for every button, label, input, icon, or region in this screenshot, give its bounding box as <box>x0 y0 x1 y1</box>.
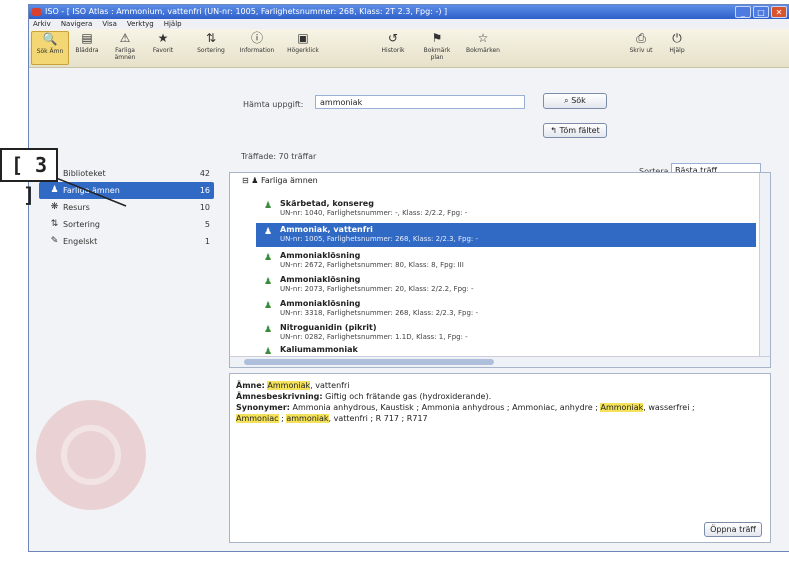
toolbar: 🔍 Sök Ämn ▤ Bläddra ⚠ Farliga ämnen ★ Favori… <box>29 29 789 68</box>
info-icon: ⓘ <box>250 31 263 45</box>
horizontal-scrollbar[interactable] <box>230 356 770 367</box>
collapse-icon: ⊟ <box>242 176 249 185</box>
english-icon: ✎ <box>50 236 59 246</box>
search-icon: ⌕ <box>564 96 569 105</box>
toolbar-help-button[interactable]: ⏻ Hjälp <box>659 31 695 54</box>
menu-bar: Arkiv Navigera Visa Verktyg Hjälp <box>29 19 789 29</box>
hazard-icon: ♟ <box>251 176 259 185</box>
toolbar-bookmarks-button[interactable]: ☆ Bokmärken <box>465 31 501 54</box>
search-label: Hämta uppgift: <box>243 100 304 109</box>
toolbar-sort-button[interactable]: ⇅ Sortering <box>193 31 229 54</box>
menu-help[interactable]: Hjälp <box>164 19 182 29</box>
toolbar-favorite-button[interactable]: ★ Favorit <box>145 31 181 54</box>
detail-line-description: Ämnesbeskrivning: Giftig och frätande ga… <box>236 392 492 401</box>
close-button[interactable]: ✕ <box>771 6 787 18</box>
print-icon: ⎙ <box>636 31 646 45</box>
tree-group[interactable]: ⊟ ♟ Farliga ämnen <box>242 175 318 187</box>
toolbar-rightclick-button[interactable]: ▣ Högerklick <box>285 31 321 54</box>
rightclick-icon: ▣ <box>297 31 309 45</box>
detail-line-synonyms: Synonymer: Ammonia anhydrous, Kaustisk ;… <box>236 403 695 412</box>
results-list: ⊟ ♟ Farliga ämnen ♟ Skärbetad, konsereg UN… <box>229 172 771 368</box>
toolbar-print-button[interactable]: ⎙ Skriv ut <box>623 31 659 54</box>
toolbar-browse-button[interactable]: ▤ Bläddra <box>69 31 105 54</box>
sidebar-item-sort[interactable]: ⇅ Sortering 5 <box>39 216 214 233</box>
title-bar[interactable]: ISO - [ ISO Atlas : Ammonium, vattenfri … <box>29 5 789 19</box>
list-item-selected[interactable]: ♟ Ammoniak, vattenfri UN-nr: 1005, Farligh… <box>256 223 756 247</box>
menu-tools[interactable]: Verktyg <box>127 19 154 29</box>
search-button[interactable]: ⌕ Sök <box>543 93 607 109</box>
toolbar-search-button[interactable]: 🔍 Sök Ämn <box>31 31 69 65</box>
list-item[interactable]: ♟ Ammoniaklösning UN-nr: 2073, Farlighetsn… <box>256 273 756 297</box>
toolbar-info-button[interactable]: ⓘ Information <box>239 31 275 54</box>
open-hit-button[interactable]: Öppna träff <box>704 522 762 537</box>
toolbar-hazard-button[interactable]: ⚠ Farliga ämnen <box>107 31 143 61</box>
favorite-icon: ★ <box>157 31 169 45</box>
menu-view[interactable]: Visa <box>102 19 117 29</box>
menu-file[interactable]: Arkiv <box>33 19 51 29</box>
substance-icon: ♟ <box>264 253 273 263</box>
scroll-thumb[interactable] <box>244 359 494 365</box>
list-item[interactable]: ♟ Skärbetad, konsereg UN-nr: 1040, Farligh… <box>256 197 756 221</box>
detail-line-synonyms-cont: Ammoniac ; ammoniak, vattenfri ; R 717 ;… <box>236 414 428 423</box>
list-item[interactable]: ♟ Kaliumammoniak <box>256 343 756 357</box>
substance-icon: ♟ <box>264 201 273 211</box>
minimize-button[interactable]: _ <box>735 6 751 18</box>
substance-icon: ♟ <box>264 227 273 237</box>
results-tree: ⊟ ♟ Farliga ämnen <box>242 175 318 187</box>
clear-field-button[interactable]: ↰ Töm fältet <box>543 123 607 138</box>
hits-count: Träffade: 70 träffar <box>241 152 317 161</box>
toolbar-bookmark-plan-button[interactable]: ⚑ Bokmärk plan <box>419 31 455 61</box>
bookmarks-icon: ☆ <box>477 31 489 45</box>
window-controls: _ □ ✕ <box>735 6 787 18</box>
app-icon <box>32 8 41 16</box>
help-icon: ⏻ <box>672 31 682 45</box>
callout-pointer <box>56 177 127 207</box>
substance-icon: ♟ <box>264 277 273 287</box>
search-icon: 🔍 <box>42 32 58 46</box>
history-icon: ↺ <box>387 31 399 45</box>
arrow-icon: ↰ <box>550 126 557 135</box>
detail-panel: Ämne: Ammoniak, vattenfri Ämnesbeskrivni… <box>229 373 771 543</box>
browse-icon: ▤ <box>81 31 93 45</box>
substance-icon: ♟ <box>264 325 273 335</box>
annotation-callout: [ 3 ] <box>0 148 58 207</box>
sidebar-item-english[interactable]: ✎ Engelskt 1 <box>39 233 214 250</box>
sort-icon: ⇅ <box>205 31 217 45</box>
window-title: ISO - [ ISO Atlas : Ammonium, vattenfri … <box>45 7 448 16</box>
list-item[interactable]: ♟ Ammoniaklösning UN-nr: 2672, Farlighetsn… <box>256 249 756 273</box>
vertical-scrollbar[interactable] <box>759 173 770 359</box>
substance-icon: ♟ <box>264 301 273 311</box>
hazard-icon: ⚠ <box>119 31 131 45</box>
toolbar-history-button[interactable]: ↺ Historik <box>375 31 411 54</box>
list-item[interactable]: ♟ Ammoniaklösning UN-nr: 3318, Farlighetsn… <box>256 297 756 321</box>
watermark-logo <box>36 400 146 510</box>
bookmark-plan-icon: ⚑ <box>431 31 443 45</box>
menu-navigate[interactable]: Navigera <box>61 19 93 29</box>
detail-line-substance: Ämne: Ammoniak, vattenfri <box>236 381 350 390</box>
search-input[interactable]: ammoniak <box>315 95 525 109</box>
maximize-button[interactable]: □ <box>753 6 769 18</box>
list-item[interactable]: ♟ Nitroguanidin (pikrit) UN-nr: 0282, Farl… <box>256 321 756 345</box>
sort-icon: ⇅ <box>50 219 59 229</box>
